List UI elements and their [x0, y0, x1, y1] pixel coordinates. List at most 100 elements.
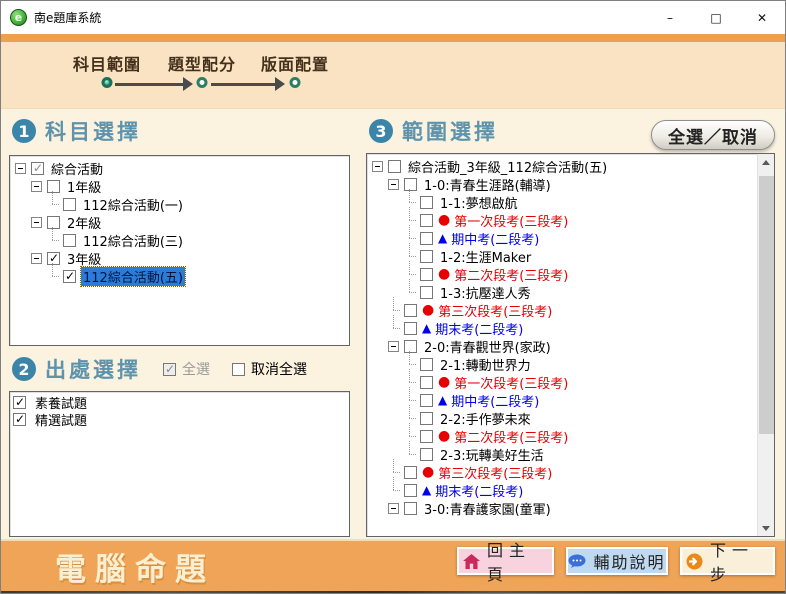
tree-checkbox[interactable] [63, 198, 76, 211]
exam-blue-triangle-icon: ▲ [422, 484, 431, 496]
scrollbar-thumb[interactable] [759, 176, 774, 434]
tree-checkbox[interactable] [47, 180, 60, 193]
tree-node-label[interactable]: 1-0:青春生涯路(輔導) [422, 175, 553, 194]
deselect-all-checkbox-group[interactable]: 取消全選 [232, 359, 307, 379]
step-connector [211, 83, 275, 86]
tree-node-label[interactable]: 2年級 [65, 213, 103, 232]
tree-node-label[interactable]: 2-3:玩轉美好生活 [438, 445, 546, 464]
tree-checkbox[interactable] [420, 412, 433, 425]
tree-node-label[interactable]: 112綜合活動(三) [81, 231, 185, 250]
tree-connector [404, 427, 418, 445]
tree-connector [388, 481, 402, 499]
tree-node-label[interactable]: 期中考(二段考) [449, 391, 541, 410]
tree-node-label[interactable]: 第二次段考(三段考) [452, 265, 570, 284]
tree-checkbox[interactable] [404, 502, 417, 515]
tree-connector [388, 301, 402, 319]
tree-checkbox[interactable] [31, 162, 44, 175]
tree-checkbox[interactable] [404, 178, 417, 191]
collapse-toggle-icon[interactable] [388, 341, 399, 352]
collapse-toggle-icon[interactable] [388, 503, 399, 514]
tree-checkbox[interactable] [420, 286, 433, 299]
tree-node-label[interactable]: 期末考(二段考) [433, 481, 525, 500]
close-icon[interactable]: ✕ [739, 1, 785, 34]
tree-row: ●第三次段考(三段考) [370, 301, 757, 319]
collapse-toggle-icon[interactable] [31, 181, 42, 192]
maximize-icon[interactable]: □ [693, 1, 739, 34]
tree-checkbox[interactable] [63, 234, 76, 247]
tree-checkbox[interactable] [420, 394, 433, 407]
tree-checkbox[interactable] [63, 270, 76, 283]
next-button[interactable]: 下一步 [680, 547, 775, 575]
tree-node-label[interactable]: 1-3:抗壓達人秀 [438, 283, 533, 302]
scroll-down-icon[interactable] [758, 519, 775, 536]
tree-checkbox[interactable] [47, 252, 60, 265]
tree-node-label[interactable]: 2-1:轉動世界力 [438, 355, 533, 374]
collapse-toggle-icon[interactable] [15, 163, 26, 174]
tree-node-label[interactable]: 1-1:夢想啟航 [438, 193, 520, 212]
select-all-checkbox-group[interactable]: 全選 [163, 359, 210, 379]
collapse-toggle-icon[interactable] [31, 253, 42, 264]
tree-checkbox[interactable] [420, 232, 433, 245]
tree-checkbox[interactable] [420, 430, 433, 443]
tree-checkbox[interactable] [420, 250, 433, 263]
source-list-item: 精選試題 [12, 411, 349, 428]
home-button-label: 回主頁 [487, 537, 552, 585]
exam-red-circle-icon: ● [438, 267, 450, 281]
tree-row: 2年級 [13, 213, 349, 231]
source-checkbox[interactable] [13, 413, 26, 426]
tree-checkbox[interactable] [420, 448, 433, 461]
tree-connector [388, 463, 402, 481]
tree-node-label[interactable]: 3-0:青春護家園(童軍) [422, 499, 553, 518]
tree-row: ▲期中考(二段考) [370, 229, 757, 247]
tree-row: 1-1:夢想啟航 [370, 193, 757, 211]
range-tree: 綜合活動_3年級_112綜合活動(五)1-0:青春生涯路(輔導)1-1:夢想啟航… [367, 154, 757, 536]
tree-node-label[interactable]: 3年級 [65, 249, 103, 268]
tree-checkbox[interactable] [420, 358, 433, 371]
help-button[interactable]: 輔助說明 [566, 547, 668, 575]
tree-checkbox[interactable] [47, 216, 60, 229]
select-all-toggle-button[interactable]: 全選／取消 [651, 120, 775, 150]
tree-node-label[interactable]: 第一次段考(三段考) [452, 211, 570, 230]
collapse-toggle-icon[interactable] [388, 179, 399, 190]
tree-node-label[interactable]: 2-0:青春觀世界(家政) [422, 337, 553, 356]
tree-checkbox[interactable] [420, 214, 433, 227]
home-button[interactable]: 回主頁 [457, 547, 554, 575]
tree-node-label[interactable]: 1-2:生涯Maker [438, 247, 533, 266]
tree-checkbox[interactable] [404, 322, 417, 335]
tree-node-label[interactable]: 第二次段考(三段考) [452, 427, 570, 446]
tree-node-label[interactable]: 112綜合活動(一) [81, 195, 185, 214]
tree-node-label[interactable]: 第一次段考(三段考) [452, 373, 570, 392]
tree-node-label[interactable]: 第三次段考(三段考) [436, 463, 554, 482]
tree-node-label[interactable]: 1年級 [65, 177, 103, 196]
next-icon [686, 553, 703, 570]
tree-checkbox[interactable] [388, 160, 401, 173]
brand-title: 電腦命題 [55, 544, 215, 589]
tree-node-label[interactable]: 112綜合活動(五) [81, 267, 185, 286]
tree-node-label[interactable]: 2-2:手作夢未來 [438, 409, 533, 428]
deselect-all-checkbox[interactable] [232, 363, 245, 376]
next-button-label: 下一步 [710, 537, 773, 585]
arrow-right-icon [183, 77, 193, 91]
tree-node-label[interactable]: 期末考(二段考) [433, 319, 525, 338]
tree-checkbox[interactable] [404, 484, 417, 497]
tree-checkbox[interactable] [404, 466, 417, 479]
tree-checkbox[interactable] [404, 304, 417, 317]
vertical-scrollbar[interactable] [757, 154, 774, 536]
collapse-toggle-icon[interactable] [31, 217, 42, 228]
source-checkbox[interactable] [13, 396, 26, 409]
section-title: 範圍選擇 [402, 116, 498, 146]
tree-checkbox[interactable] [420, 268, 433, 281]
tree-node-label[interactable]: 期中考(二段考) [449, 229, 541, 248]
collapse-toggle-icon[interactable] [372, 161, 383, 172]
minimize-icon[interactable]: – [647, 1, 693, 34]
source-list-panel: 素養試題精選試題 [9, 391, 350, 537]
tree-node-label[interactable]: 綜合活動 [49, 159, 105, 178]
select-all-checkbox[interactable] [163, 363, 176, 376]
tree-node-label[interactable]: 綜合活動_3年級_112綜合活動(五) [406, 157, 609, 176]
exam-red-circle-icon: ● [422, 465, 434, 479]
tree-checkbox[interactable] [420, 196, 433, 209]
tree-node-label[interactable]: 第三次段考(三段考) [436, 301, 554, 320]
tree-checkbox[interactable] [404, 340, 417, 353]
scroll-up-icon[interactable] [758, 154, 775, 171]
tree-checkbox[interactable] [420, 376, 433, 389]
